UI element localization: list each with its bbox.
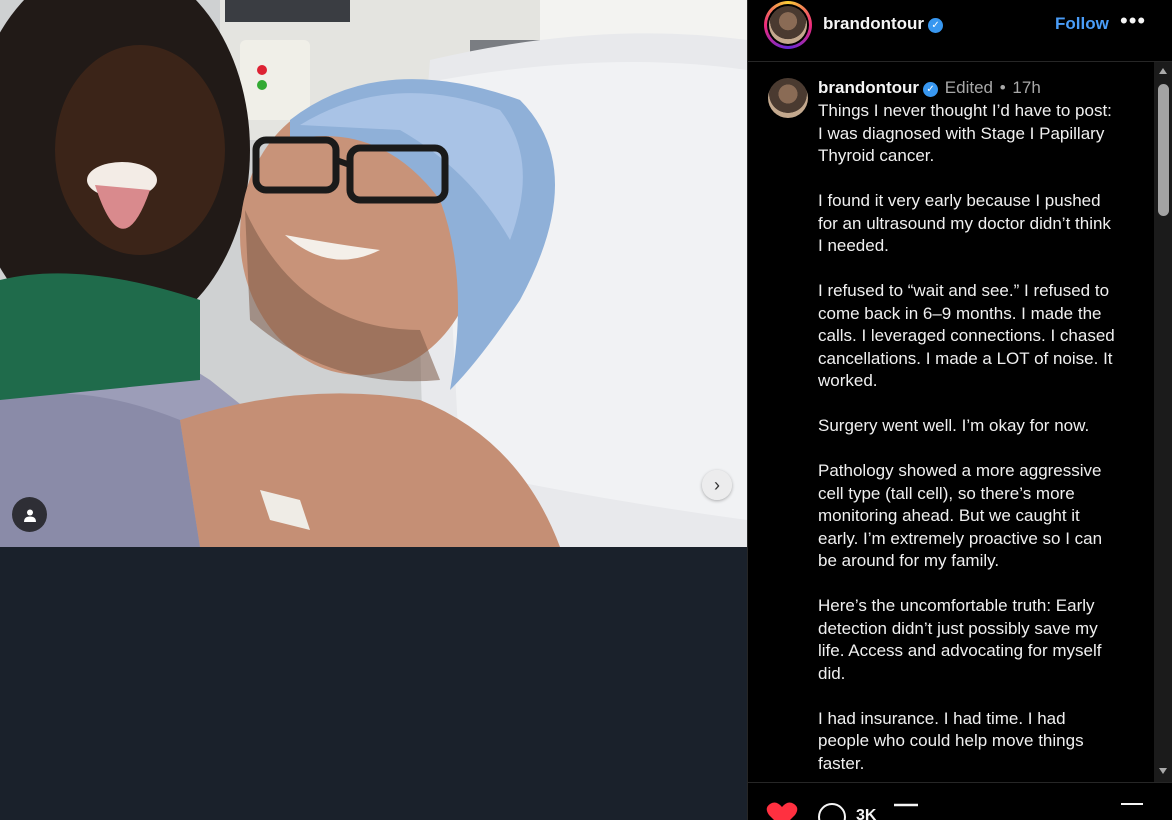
story-ring-avatar[interactable]: [764, 1, 812, 49]
scroll-up-arrow-icon[interactable]: [1159, 68, 1167, 74]
tagged-users-button[interactable]: [12, 497, 47, 532]
scroll-down-arrow-icon[interactable]: [1159, 768, 1167, 774]
next-photo-button[interactable]: ›: [702, 470, 732, 500]
caption-paragraph: Things I never thought I’d have to post:…: [818, 101, 1112, 165]
more-options-icon[interactable]: •••: [1120, 8, 1146, 34]
caption-paragraph: I had insurance. I had time. I had peopl…: [818, 708, 1084, 773]
photo-illustration: [0, 0, 747, 547]
post-time[interactable]: 17h: [1012, 78, 1040, 97]
username-text[interactable]: brandontour: [823, 14, 924, 33]
post-header: brandontour ✓ Follow •••: [748, 0, 1172, 62]
comment-icon[interactable]: [818, 803, 846, 820]
caption-paragraph: I found it very early because I pushed f…: [818, 191, 1111, 255]
caption-text: Things I never thought I’d have to post:…: [818, 100, 1118, 782]
follow-button[interactable]: Follow: [1055, 14, 1109, 34]
chevron-right-icon: ›: [714, 474, 720, 495]
header-username[interactable]: brandontour ✓: [823, 14, 944, 34]
post-photo[interactable]: ›: [0, 0, 747, 547]
scrollbar-thumb[interactable]: [1158, 84, 1169, 216]
verified-badge-icon: ✓: [928, 18, 944, 33]
scrollbar[interactable]: [1154, 62, 1172, 782]
meta-separator: •: [999, 78, 1006, 97]
avatar-border: [767, 4, 809, 46]
caption-header: brandontour ✓ Edited • 17h: [818, 78, 1041, 98]
heart-icon[interactable]: [766, 801, 798, 820]
caption-paragraph: Surgery went well. I’m okay for now.: [818, 416, 1090, 435]
edited-label: Edited: [944, 78, 993, 97]
bookmark-icon[interactable]: [1121, 803, 1143, 820]
caption-paragraph: Pathology showed a more aggressive cell …: [818, 461, 1103, 570]
caption-paragraph: Here’s the uncomfortable truth: Early de…: [818, 596, 1102, 683]
comment-count[interactable]: 3K: [856, 807, 876, 820]
avatar: [769, 6, 807, 44]
action-bar: 3K: [748, 782, 1172, 820]
caption-scroll-area[interactable]: brandontour ✓ Edited • 17h Things I never…: [748, 62, 1154, 782]
caption-username[interactable]: brandontour: [818, 78, 919, 97]
user-tag-icon: [23, 509, 36, 522]
caption-avatar[interactable]: [768, 78, 808, 118]
share-icon[interactable]: [893, 803, 919, 820]
media-pane: ›: [0, 0, 747, 820]
verified-badge-icon: ✓: [923, 82, 939, 97]
post-viewer: › brandontour ✓ Follow ••• brandontour ✓…: [0, 0, 1172, 820]
post-side-panel: brandontour ✓ Follow ••• brandontour ✓ Edi…: [747, 0, 1172, 820]
caption-paragraph: I refused to “wait and see.” I refused t…: [818, 281, 1115, 390]
